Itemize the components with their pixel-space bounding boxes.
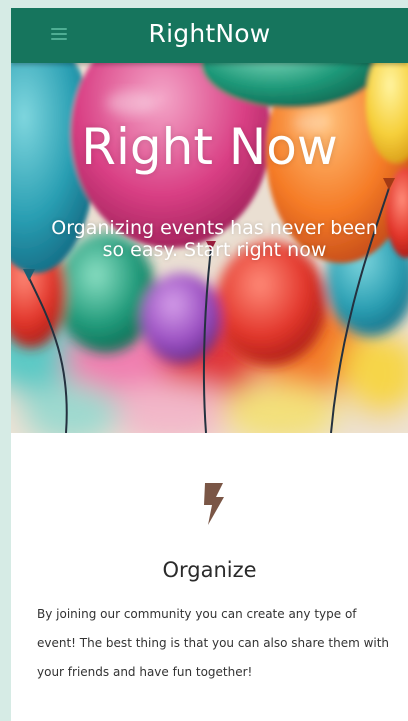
feature-title: Organize [162,558,257,582]
navbar: RightNow [11,8,408,63]
brand-title[interactable]: RightNow [11,19,408,48]
page: RightNow Right Now Organizing events has… [11,8,408,721]
feature-description: By joining our community you can create … [37,607,390,679]
feature-organize: Organize By joining our community you ca… [11,433,408,721]
hero-subtitle: Organizing events has never been so easy… [51,217,378,261]
hero-title: Right Now [81,118,338,176]
hero-section: Right Now Organizing events has never be… [11,63,408,433]
lightning-bolt-icon [204,483,224,525]
